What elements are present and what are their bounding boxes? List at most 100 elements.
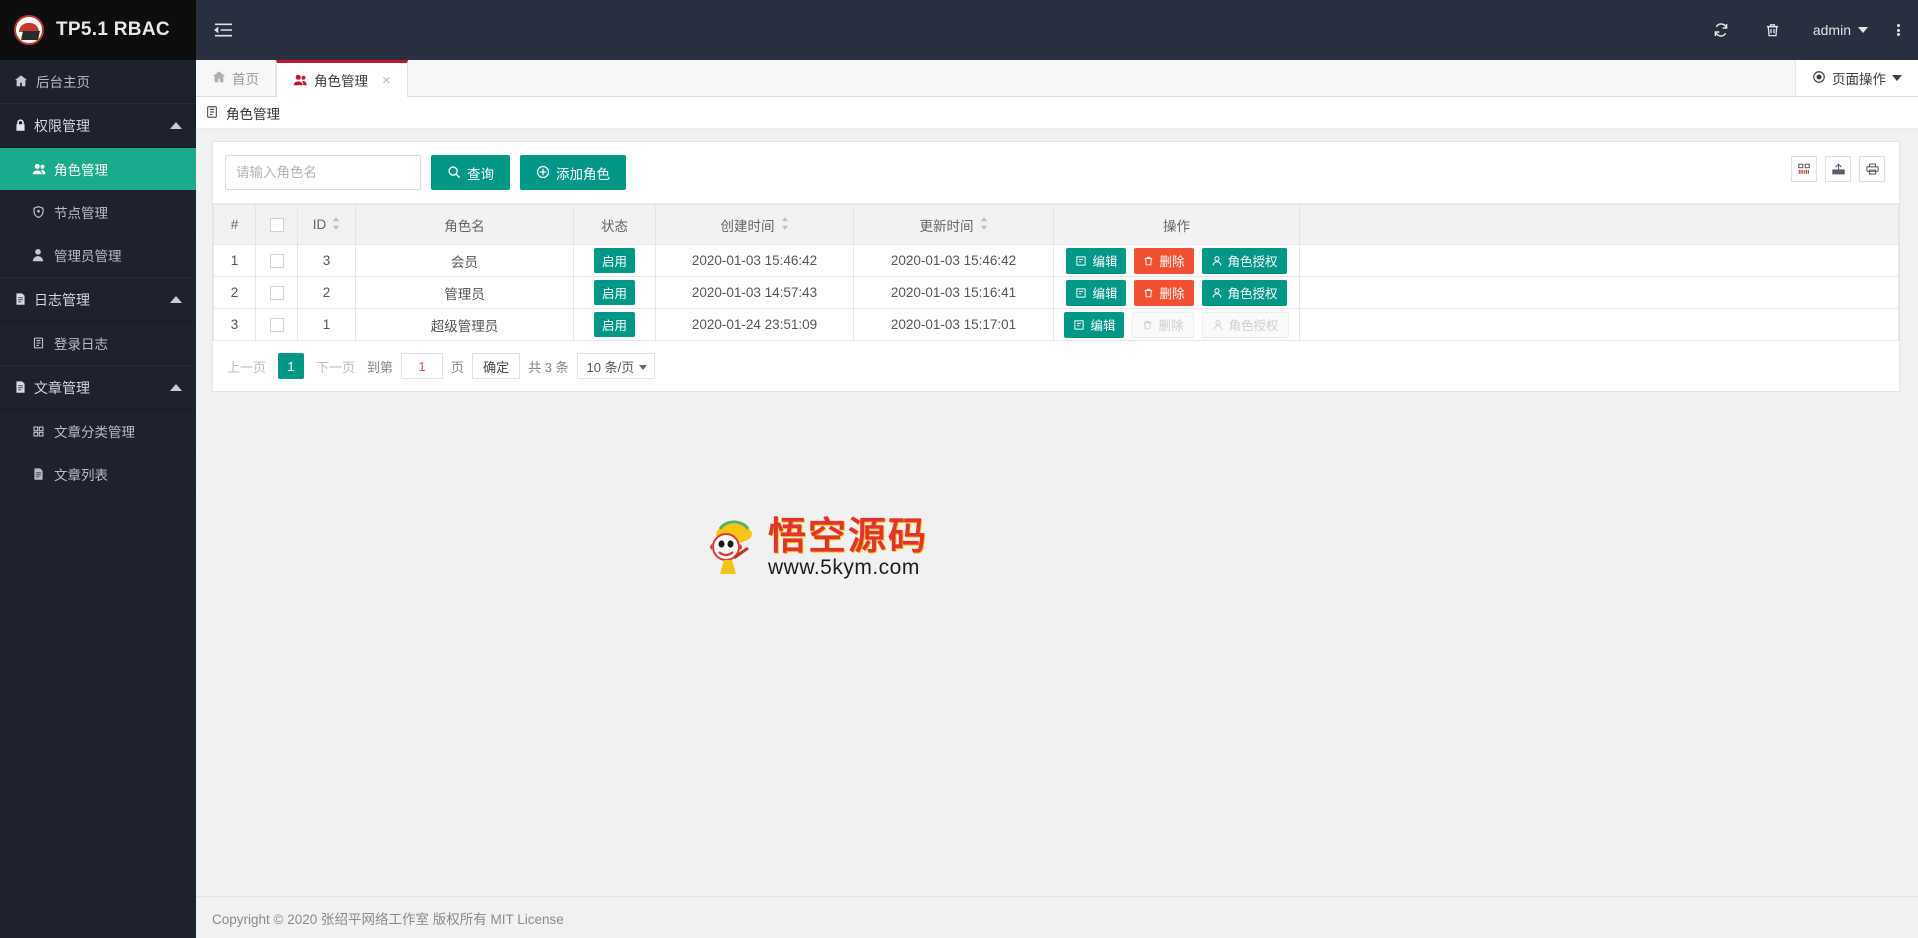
cell-ops: 编辑 删除 角色授权 <box>1053 276 1300 309</box>
edit-button-label: 编辑 <box>1092 255 1118 269</box>
sidebar-item-article-list[interactable]: 文章列表 <box>0 453 196 496</box>
sidebar-item-label: 角色管理 <box>54 163 108 178</box>
table-row[interactable]: 1 3 会员 启用 2020-01-03 15:46:42 2020-01-03… <box>213 244 1899 277</box>
print-icon[interactable] <box>1859 156 1885 182</box>
sort-icon[interactable] <box>332 216 340 233</box>
sidebar-item-login-log[interactable]: 登录日志 <box>0 322 196 365</box>
prev-page-button[interactable]: 上一页 <box>223 357 270 376</box>
col-filler <box>1299 204 1899 245</box>
sidebar-item-label: 文章列表 <box>54 468 108 483</box>
goto-page-input[interactable] <box>401 353 444 379</box>
search-toolbar: 查询 添加角色 <box>213 142 1899 204</box>
search-button[interactable]: 查询 <box>431 155 510 190</box>
cell-checkbox <box>255 244 298 277</box>
refresh-icon[interactable] <box>1695 0 1747 60</box>
cell-index: 2 <box>213 276 256 309</box>
sidebar-item-node-management[interactable]: 节点管理 <box>0 191 196 234</box>
col-status: 状态 <box>573 204 656 245</box>
sidebar-group-logs[interactable]: 日志管理 <box>0 277 196 322</box>
user-key-icon <box>1212 318 1224 332</box>
col-created[interactable]: 创建时间 <box>655 204 854 245</box>
sidebar: TP5.1 RBAC 后台主页 权限管理 角色管理 节点管理 管理员管理 日志管… <box>0 0 196 938</box>
delete-button-label: 删除 <box>1159 287 1185 301</box>
pagination: 上一页 1 下一页 到第 页 确定 共 3 条 10 条/页 <box>213 341 1899 391</box>
export-icon[interactable] <box>1825 156 1851 182</box>
home-icon <box>14 74 36 89</box>
table-row[interactable]: 2 2 管理员 启用 2020-01-03 14:57:43 2020-01-0… <box>213 276 1899 309</box>
sidebar-item-article-category[interactable]: 文章分类管理 <box>0 410 196 453</box>
menu-collapse-icon[interactable] <box>196 0 250 60</box>
cell-status: 启用 <box>573 276 656 309</box>
user-icon <box>32 248 54 263</box>
brand-title: TP5.1 RBAC <box>56 19 170 40</box>
roles-table: # ID 角色名 状态 创建时间 更新时间 操作 1 3 会员 启用 2020-… <box>213 204 1899 341</box>
cell-filler <box>1299 308 1899 341</box>
edit-button-label: 编辑 <box>1092 287 1118 301</box>
row-checkbox[interactable] <box>269 254 284 269</box>
col-id[interactable]: ID <box>297 204 356 245</box>
role-auth-button[interactable]: 角色授权 <box>1201 247 1287 274</box>
vertical-dots-icon[interactable] <box>1878 0 1918 60</box>
tab-label: 角色管理 <box>314 74 368 89</box>
search-button-label: 查询 <box>467 166 494 182</box>
tab-bar: 首页 角色管理 × 页面操作 <box>196 59 1918 97</box>
col-id-label: ID <box>312 217 327 232</box>
col-ops: 操作 <box>1053 204 1300 245</box>
cell-id: 1 <box>297 308 356 341</box>
edit-button[interactable]: 编辑 <box>1066 279 1127 306</box>
page-size-label: 10 条/页 <box>586 359 635 375</box>
row-checkbox[interactable] <box>269 318 284 333</box>
notebook-icon <box>32 336 54 351</box>
role-auth-button[interactable]: 角色授权 <box>1201 279 1287 306</box>
cell-created: 2020-01-03 15:46:42 <box>655 244 854 277</box>
goto-confirm-button[interactable]: 确定 <box>472 353 521 379</box>
select-all-checkbox[interactable] <box>269 218 284 233</box>
cell-id: 3 <box>297 244 356 277</box>
user-name-label: admin <box>1812 22 1851 38</box>
users-icon <box>293 73 308 88</box>
delete-button[interactable]: 删除 <box>1134 247 1194 274</box>
sort-icon[interactable] <box>781 216 789 233</box>
add-role-button[interactable]: 添加角色 <box>520 155 626 190</box>
file-text-icon <box>14 380 34 395</box>
sidebar-item-role-management[interactable]: 角色管理 <box>0 148 196 191</box>
col-updated[interactable]: 更新时间 <box>853 204 1054 245</box>
cell-filler <box>1299 276 1899 309</box>
col-checkbox <box>255 204 298 245</box>
row-checkbox[interactable] <box>269 286 284 301</box>
sidebar-item-label: 文章分类管理 <box>54 425 135 440</box>
cell-checkbox <box>255 276 298 309</box>
trash-icon <box>1143 286 1154 300</box>
sort-icon[interactable] <box>980 216 988 233</box>
user-menu[interactable]: admin <box>1799 22 1878 38</box>
target-icon <box>1812 70 1826 85</box>
sidebar-group-articles[interactable]: 文章管理 <box>0 365 196 410</box>
page-size-select[interactable]: 10 条/页 <box>576 353 656 379</box>
page-actions-dropdown[interactable]: 页面操作 <box>1795 59 1918 96</box>
tab-home[interactable]: 首页 <box>196 59 276 96</box>
sidebar-group-permissions[interactable]: 权限管理 <box>0 103 196 148</box>
trash-icon[interactable] <box>1747 0 1799 60</box>
edit-button[interactable]: 编辑 <box>1066 247 1127 274</box>
user-key-icon <box>1211 286 1223 300</box>
col-index: # <box>213 204 256 245</box>
col-created-label: 创建时间 <box>720 218 775 234</box>
next-page-button[interactable]: 下一页 <box>312 357 359 376</box>
sidebar-item-label: 管理员管理 <box>54 249 122 264</box>
page-title: 角色管理 <box>226 106 280 122</box>
edit-button[interactable]: 编辑 <box>1064 311 1125 338</box>
trash-icon <box>1143 254 1154 268</box>
sidebar-item-home[interactable]: 后台主页 <box>0 60 196 103</box>
sidebar-item-admin-management[interactable]: 管理员管理 <box>0 234 196 277</box>
close-icon[interactable]: × <box>382 72 391 89</box>
file-text-icon <box>14 292 34 307</box>
brand-logo-area[interactable]: TP5.1 RBAC <box>0 0 196 60</box>
tab-role-management[interactable]: 角色管理 × <box>276 60 408 97</box>
table-row[interactable]: 3 1 超级管理员 启用 2020-01-24 23:51:09 2020-01… <box>213 308 1899 341</box>
columns-toggle-icon[interactable] <box>1791 156 1817 182</box>
chevron-down-icon <box>639 365 648 370</box>
search-input[interactable] <box>225 155 421 190</box>
delete-button[interactable]: 删除 <box>1134 279 1194 306</box>
sidebar-item-label: 节点管理 <box>54 206 108 221</box>
page-number-1[interactable]: 1 <box>278 353 305 379</box>
